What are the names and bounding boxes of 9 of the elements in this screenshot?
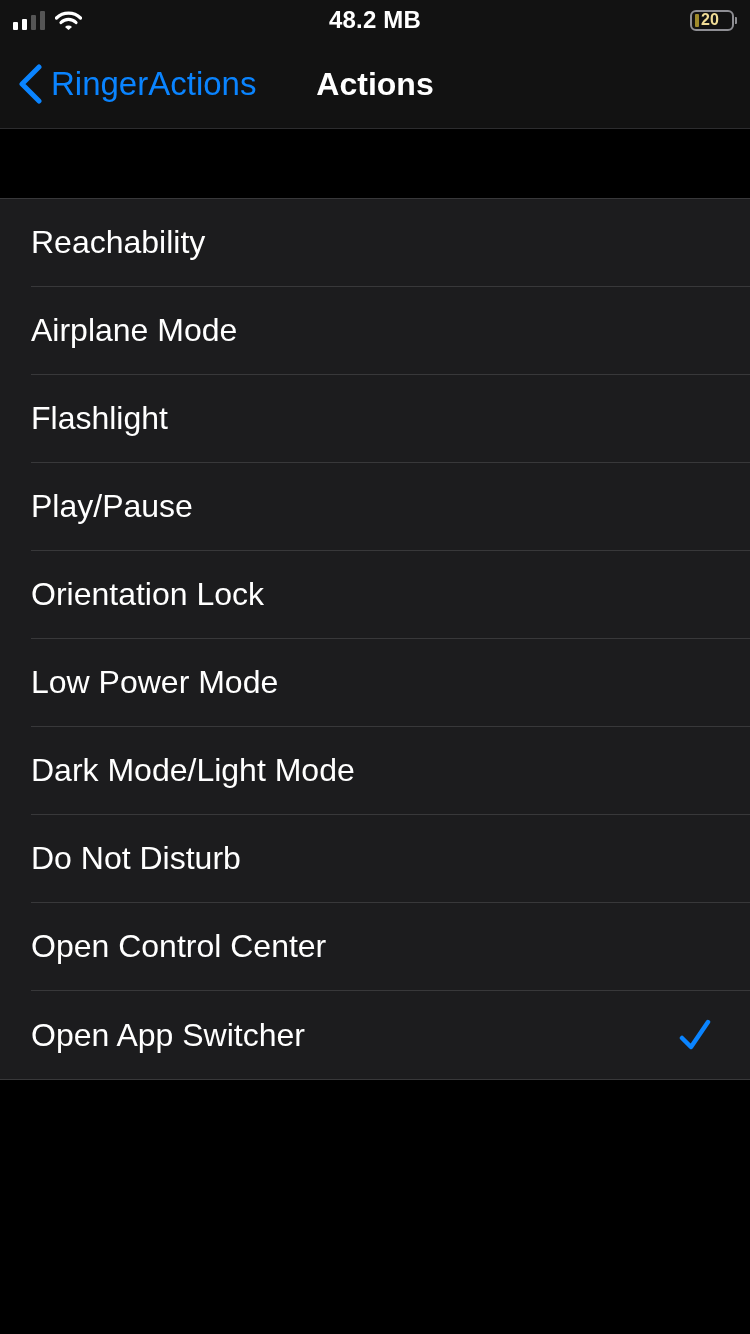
battery-indicator: 20	[690, 9, 737, 31]
signal-icon	[13, 10, 45, 30]
wifi-icon	[55, 10, 82, 30]
back-button[interactable]: RingerActions	[0, 64, 257, 104]
chevron-left-icon	[17, 64, 43, 104]
checkmark-icon	[679, 1019, 711, 1051]
memory-usage-text: 48.2 MB	[328, 6, 422, 34]
action-option[interactable]: Open App Switcher	[31, 991, 750, 1079]
screen-title: Actions	[316, 65, 434, 103]
